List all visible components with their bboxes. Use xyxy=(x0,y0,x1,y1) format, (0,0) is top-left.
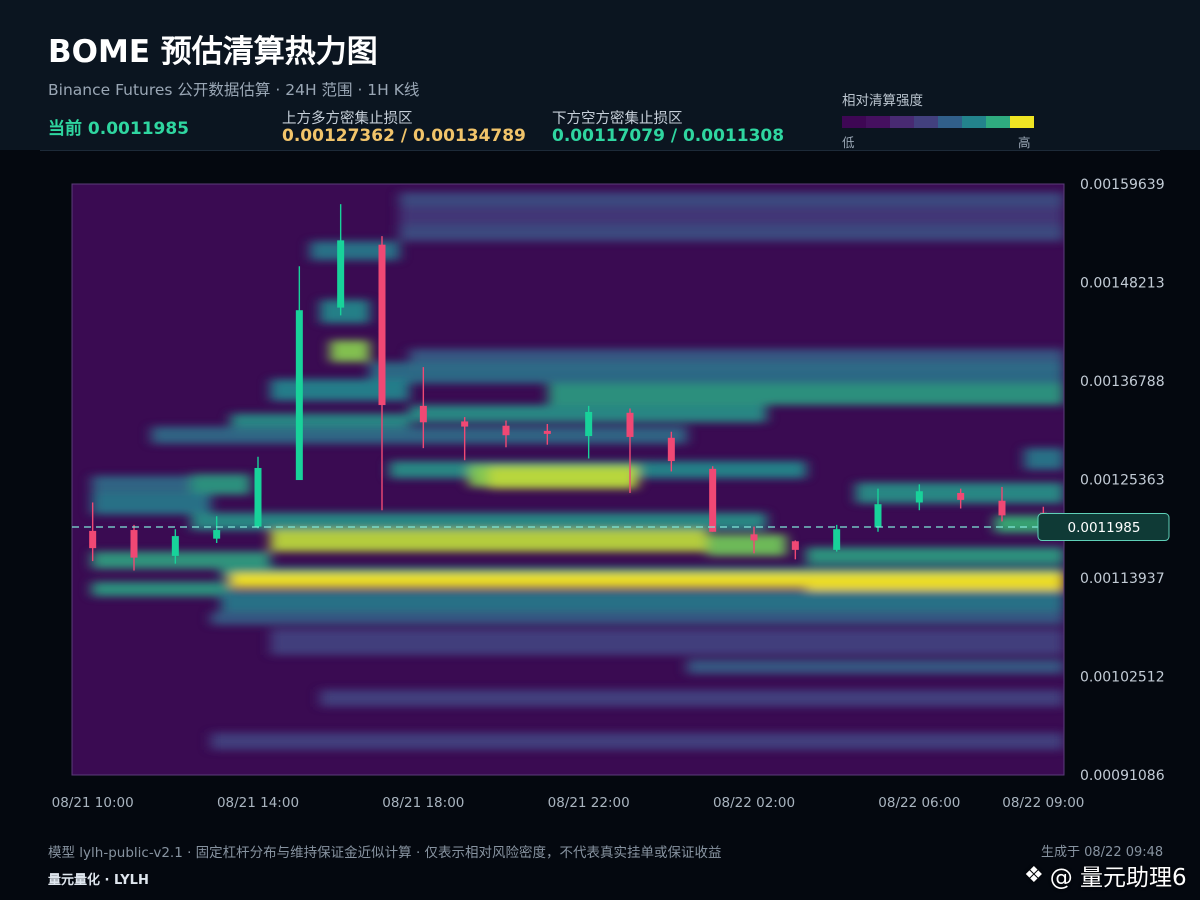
heatmap-band xyxy=(687,659,1064,675)
candle-body xyxy=(419,405,427,423)
heatmap-band xyxy=(91,475,192,493)
heatmap-band xyxy=(855,482,1064,504)
candle-body xyxy=(998,500,1006,516)
x-axis: 08/21 10:00 08/21 14:00 08/21 18:00 08/21 2… xyxy=(52,795,1085,811)
heatmap-band xyxy=(320,299,370,324)
heatmap-band xyxy=(399,206,1064,225)
x-tick-label: 08/21 22:00 xyxy=(548,795,630,811)
heatmap-band xyxy=(320,689,1064,707)
candle-body xyxy=(213,530,221,539)
heatmap-band xyxy=(310,241,400,261)
watermark-text: @ 量元助理6 xyxy=(1049,865,1187,891)
heatmap-band xyxy=(210,732,1064,750)
candle-body xyxy=(915,491,923,503)
y-tick-label: 0.00136788 xyxy=(1080,374,1165,390)
candle-body xyxy=(874,504,882,528)
candle xyxy=(709,466,717,532)
y-tick-label: 0.00102512 xyxy=(1080,670,1165,686)
heatmap-band xyxy=(329,340,370,362)
current-price-tag: 0.0011985 xyxy=(1037,513,1170,542)
candle-body xyxy=(957,492,965,500)
y-tick-label: 0.00148213 xyxy=(1080,276,1165,292)
heatmap-band xyxy=(548,383,1064,406)
heatmap-band xyxy=(1024,448,1064,470)
y-tick-label: 0.00113937 xyxy=(1080,571,1165,587)
heatmap-chart: 0.00159639 0.00148213 0.00136788 0.00125363… xyxy=(52,177,1170,811)
heatmap-band xyxy=(230,573,807,588)
diamond-logo-icon: ❖ xyxy=(1024,862,1044,888)
heatmap-band xyxy=(399,224,1064,242)
candle-body xyxy=(626,412,634,437)
candle-body xyxy=(461,421,469,427)
candle-body xyxy=(171,536,179,556)
watermark: ❖ @ 量元助理6 xyxy=(1024,858,1187,892)
x-tick-label: 08/21 14:00 xyxy=(217,795,299,811)
candle-body xyxy=(750,534,758,541)
heatmap-band xyxy=(706,534,787,556)
candle-body xyxy=(543,430,551,434)
candle-body xyxy=(667,437,675,462)
heatmap-band xyxy=(91,581,231,597)
heatmap-band xyxy=(270,379,410,401)
candle-body xyxy=(89,530,97,549)
heatmap-band xyxy=(488,467,638,489)
candle-body xyxy=(295,310,303,481)
heatmap-band xyxy=(91,551,271,569)
heatmap-band xyxy=(806,573,1064,591)
candle-body xyxy=(709,468,717,532)
footer-brand: 量元量化 · LYLH xyxy=(48,873,149,888)
heatmap-band xyxy=(806,547,1064,565)
y-tick-label: 0.00159639 xyxy=(1080,177,1165,193)
y-axis: 0.00159639 0.00148213 0.00136788 0.00125363… xyxy=(1080,177,1165,784)
heatmap-band xyxy=(91,492,211,515)
candle-body xyxy=(585,411,593,437)
x-tick-label: 08/22 09:00 xyxy=(1002,795,1084,811)
heatmap-band xyxy=(270,629,1064,656)
candle-body xyxy=(502,425,510,436)
candle-body xyxy=(378,244,386,406)
heatmap-band xyxy=(191,474,251,495)
candle-body xyxy=(833,529,841,550)
x-tick-label: 08/21 10:00 xyxy=(52,795,134,811)
footer-disclaimer: 模型 lylh-public-v2.1 · 固定杠杆分布与维持保证金近似计算 ·… xyxy=(48,845,722,861)
candle-body xyxy=(130,530,138,558)
x-tick-label: 08/22 02:00 xyxy=(713,795,795,811)
heatmap-band xyxy=(210,611,1064,625)
candle-body xyxy=(791,541,799,550)
heatmap-band xyxy=(399,192,1064,207)
candle-body xyxy=(337,240,345,308)
y-tick-label: 0.00091086 xyxy=(1080,768,1165,784)
heatmap-band xyxy=(369,361,1064,384)
heatmap-band xyxy=(220,590,1064,612)
heatmap-band xyxy=(270,530,707,552)
x-tick-label: 08/22 06:00 xyxy=(878,795,960,811)
candle-body xyxy=(254,467,262,527)
x-tick-label: 08/21 18:00 xyxy=(382,795,464,811)
heatmap-band xyxy=(151,426,688,444)
y-tick-label: 0.00125363 xyxy=(1080,473,1165,489)
current-price-tag-label: 0.0011985 xyxy=(1067,520,1140,536)
